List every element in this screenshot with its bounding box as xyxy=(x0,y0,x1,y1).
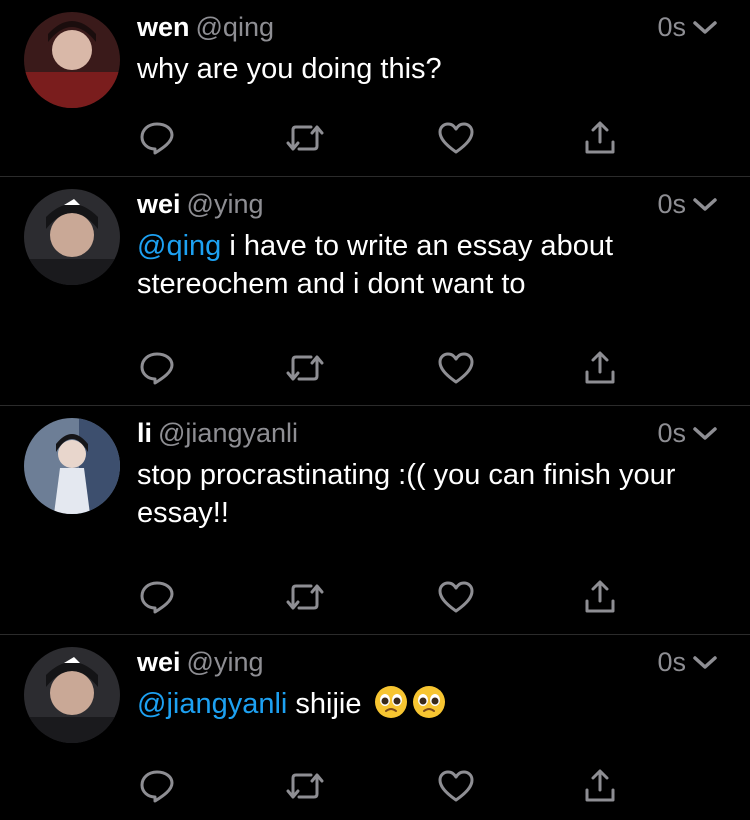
share-icon[interactable] xyxy=(583,579,617,615)
action-bar xyxy=(137,579,637,619)
reply-icon[interactable] xyxy=(139,350,175,386)
action-bar xyxy=(137,768,637,808)
tweet-text: @jiangyanli shijie xyxy=(137,685,717,723)
avatar[interactable] xyxy=(24,189,120,285)
tweet[interactable]: li @jiangyanli 0s stop procrastinating :(… xyxy=(0,406,750,635)
chevron-down-icon[interactable] xyxy=(692,416,718,450)
chevron-down-icon[interactable] xyxy=(692,10,718,44)
tweet[interactable]: wei @ying 0s @jiangyanli shijie xyxy=(0,635,750,820)
tweet-body: why are you doing this? xyxy=(137,53,442,85)
avatar[interactable] xyxy=(24,12,120,108)
mention-link[interactable]: @qing xyxy=(137,230,221,262)
tweet-body: shijie xyxy=(287,688,362,720)
like-icon[interactable] xyxy=(437,768,475,804)
display-name[interactable]: wen xyxy=(137,12,190,42)
tweet[interactable]: wen @qing 0s why are you doing this? xyxy=(0,0,750,177)
share-icon[interactable] xyxy=(583,768,617,804)
timestamp: 0s xyxy=(657,418,686,448)
avatar[interactable] xyxy=(24,647,120,743)
timestamp: 0s xyxy=(657,12,686,42)
chevron-down-icon[interactable] xyxy=(692,645,718,679)
handle[interactable]: @ying xyxy=(187,647,264,677)
pleading-face-emoji xyxy=(412,685,446,719)
like-icon[interactable] xyxy=(437,350,475,386)
reply-icon[interactable] xyxy=(139,579,175,615)
like-icon[interactable] xyxy=(437,120,475,156)
retweet-icon[interactable] xyxy=(285,579,325,615)
tweet-text: @qing i have to write an essay about ste… xyxy=(137,227,717,303)
tweet-body: stop procrastinating :(( you can finish … xyxy=(137,459,676,529)
action-bar xyxy=(137,350,637,390)
pleading-face-emoji xyxy=(374,685,408,719)
chevron-down-icon[interactable] xyxy=(692,187,718,221)
display-name[interactable]: li xyxy=(137,418,152,448)
share-icon[interactable] xyxy=(583,120,617,156)
handle[interactable]: @ying xyxy=(187,189,264,219)
reply-icon[interactable] xyxy=(139,120,175,156)
retweet-icon[interactable] xyxy=(285,768,325,804)
tweet-text: why are you doing this? xyxy=(137,50,717,88)
timestamp: 0s xyxy=(657,189,686,219)
like-icon[interactable] xyxy=(437,579,475,615)
retweet-icon[interactable] xyxy=(285,120,325,156)
display-name[interactable]: wei xyxy=(137,189,181,219)
handle[interactable]: @jiangyanli xyxy=(158,418,298,448)
timestamp: 0s xyxy=(657,647,686,677)
reply-icon[interactable] xyxy=(139,768,175,804)
share-icon[interactable] xyxy=(583,350,617,386)
tweet[interactable]: wei @ying 0s @qing i have to write an ess… xyxy=(0,177,750,406)
action-bar xyxy=(137,120,637,160)
handle[interactable]: @qing xyxy=(196,12,274,42)
display-name[interactable]: wei xyxy=(137,647,181,677)
mention-link[interactable]: @jiangyanli xyxy=(137,688,287,720)
tweet-text: stop procrastinating :(( you can finish … xyxy=(137,456,717,532)
avatar[interactable] xyxy=(24,418,120,514)
retweet-icon[interactable] xyxy=(285,350,325,386)
